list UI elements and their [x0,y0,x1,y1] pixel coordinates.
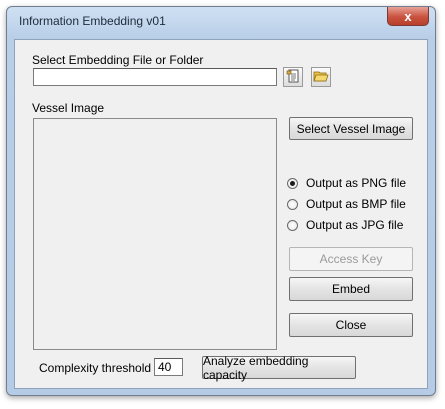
complexity-threshold-label: Complexity threshold [39,361,152,375]
output-png-option[interactable]: Output as PNG file [287,176,406,190]
output-bmp-option[interactable]: Output as BMP file [287,197,406,211]
window-title: Information Embedding v01 [19,14,166,28]
vessel-image-preview [33,118,277,350]
bmp-radio[interactable] [287,198,298,210]
embed-button[interactable]: Embed [289,277,413,301]
embedding-file-label: Select Embedding File or Folder [32,53,204,67]
jpg-option-label: Output as JPG file [306,218,404,232]
window-close-button[interactable]: x [387,7,429,26]
output-jpg-option[interactable]: Output as JPG file [287,218,403,232]
png-radio[interactable] [287,177,298,189]
browse-folder-button[interactable] [311,67,331,87]
select-vessel-image-button[interactable]: Select Vessel Image [289,117,413,140]
embedding-path-field[interactable] [33,68,277,86]
close-button[interactable]: Close [289,313,413,337]
dialog-window: Information Embedding v01 x Select Embed… [6,6,436,396]
png-option-label: Output as PNG file [306,176,407,190]
access-key-button[interactable]: Access Key [289,247,413,271]
vessel-image-label: Vessel Image [32,101,105,115]
bmp-option-label: Output as BMP file [306,197,406,211]
complexity-threshold-input[interactable]: 40 [154,358,183,376]
dialog-client-area: Select Embedding File or Folder Vessel I… [14,39,428,389]
open-folder-icon [313,69,329,86]
analyze-capacity-button[interactable]: Analyze embedding capacity [202,354,356,382]
browse-file-button[interactable] [283,67,303,87]
file-icon [286,69,300,86]
jpg-radio[interactable] [287,219,298,231]
